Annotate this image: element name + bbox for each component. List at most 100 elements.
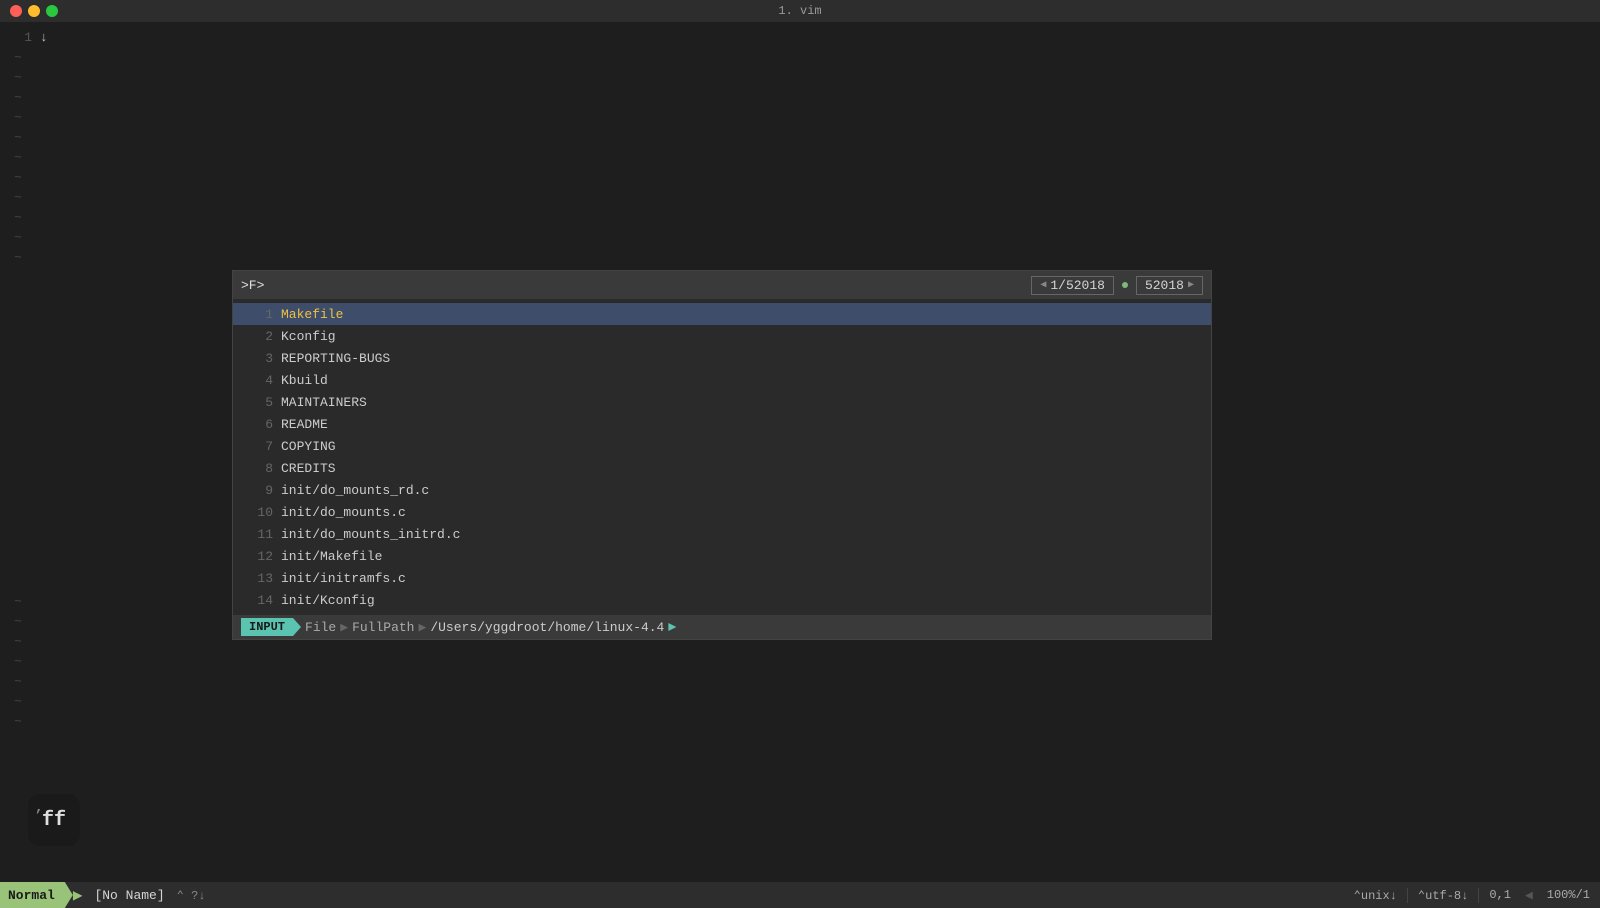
ff-comma: ,: [35, 800, 43, 816]
item-name-7: COPYING: [281, 439, 336, 454]
fzf-item-1[interactable]: 1 Makefile: [233, 303, 1211, 325]
titlebar: 1. vim: [0, 0, 1600, 22]
minimize-button[interactable]: [28, 5, 40, 17]
item-num-14: 14: [245, 593, 273, 608]
item-name-2: Kconfig: [281, 329, 336, 344]
item-name-12: init/Makefile: [281, 549, 382, 564]
tilde-10: ~: [0, 228, 22, 248]
status-mode: Normal: [0, 882, 73, 908]
tilde-1: ~: [0, 48, 22, 68]
fzf-counter-right-value: 52018: [1145, 278, 1184, 293]
fzf-path: /Users/yggdroot/home/linux-4.4: [430, 620, 664, 635]
item-num-4: 4: [245, 373, 273, 388]
tilde-5: ~: [0, 128, 22, 148]
fzf-item-4[interactable]: 4 Kbuild: [233, 369, 1211, 391]
editor-container: 1 ↓ ~ ~ ~ ~ ~ ~ ~ ~ ~ ~ ~ >F> 1/52018: [0, 22, 1600, 882]
tilde-9: ~: [0, 208, 22, 228]
fzf-counter-area: 1/52018 52018: [1031, 276, 1203, 295]
item-num-8: 8: [245, 461, 273, 476]
item-name-13: init/initramfs.c: [281, 571, 406, 586]
fzf-sep-2: ▶: [418, 620, 426, 635]
tilde-b4: ~: [0, 652, 22, 672]
fzf-item-8[interactable]: 8 CREDITS: [233, 457, 1211, 479]
item-num-7: 7: [245, 439, 273, 454]
status-position: 0,1: [1479, 888, 1521, 902]
item-name-5: MAINTAINERS: [281, 395, 367, 410]
fzf-breadcrumb-1: File: [305, 620, 336, 635]
item-name-3: REPORTING-BUGS: [281, 351, 390, 366]
status-fileformat: ⌃unix↓: [1344, 888, 1408, 903]
editor-line-1: ↓: [40, 28, 48, 48]
tilde-lines-top: ~ ~ ~ ~ ~ ~ ~ ~ ~ ~ ~: [0, 48, 22, 268]
close-button[interactable]: [10, 5, 22, 17]
tilde-b2: ~: [0, 612, 22, 632]
tilde-8: ~: [0, 188, 22, 208]
fzf-item-13[interactable]: 13 init/initramfs.c: [233, 567, 1211, 589]
fzf-list: 1 Makefile 2 Kconfig 3 REPORTING-BUGS 4 …: [233, 299, 1211, 615]
line-number-1: 1: [0, 28, 40, 48]
item-num-2: 2: [245, 329, 273, 344]
fzf-popup[interactable]: >F> 1/52018 52018 1 Makefile 2 Kconfig 3…: [232, 270, 1212, 640]
status-mode-arrow: ▶: [73, 885, 83, 905]
item-num-1: 1: [245, 307, 273, 322]
fzf-path-end-icon: [668, 623, 676, 631]
status-encoding: ⌃utf-8↓: [1408, 888, 1479, 903]
tilde-3: ~: [0, 88, 22, 108]
item-num-9: 9: [245, 483, 273, 498]
fzf-status-bar: INPUT File ▶ FullPath ▶ /Users/yggdroot/…: [233, 615, 1211, 639]
fzf-item-2[interactable]: 2 Kconfig: [233, 325, 1211, 347]
window-title: 1. vim: [778, 4, 821, 18]
fzf-item-14[interactable]: 14 init/Kconfig: [233, 589, 1211, 611]
fzf-item-6[interactable]: 6 README: [233, 413, 1211, 435]
ff-logo: , ff: [28, 794, 80, 846]
item-name-14: init/Kconfig: [281, 593, 375, 608]
tilde-b1: ~: [0, 592, 22, 612]
statusbar: Normal ▶ [No Name] ⌃ ?↓ ⌃unix↓ ⌃utf-8↓ 0…: [0, 882, 1600, 908]
maximize-button[interactable]: [46, 5, 58, 17]
tilde-b6: ~: [0, 692, 22, 712]
item-num-13: 13: [245, 571, 273, 586]
fzf-counter-left: 1/52018: [1031, 276, 1114, 295]
item-name-11: init/do_mounts_initrd.c: [281, 527, 460, 542]
fzf-item-9[interactable]: 9 init/do_mounts_rd.c: [233, 479, 1211, 501]
item-name-6: README: [281, 417, 328, 432]
fzf-counter-left-value: 1/52018: [1050, 278, 1105, 293]
fzf-breadcrumb: File ▶ FullPath ▶ /Users/yggdroot/home/l…: [305, 620, 676, 635]
item-num-10: 10: [245, 505, 273, 520]
status-flags: ⌃ ?↓: [177, 888, 206, 903]
fzf-item-12[interactable]: 12 init/Makefile: [233, 545, 1211, 567]
status-filename: [No Name]: [86, 888, 172, 903]
window-controls: [10, 5, 58, 17]
cursor-indicator: ↓: [40, 30, 48, 45]
fzf-header: >F> 1/52018 52018: [233, 271, 1211, 299]
fzf-item-7[interactable]: 7 COPYING: [233, 435, 1211, 457]
item-name-8: CREDITS: [281, 461, 336, 476]
fzf-breadcrumb-2: FullPath: [352, 620, 414, 635]
status-right: ⌃unix↓ ⌃utf-8↓ 0,1 ◀ 100%/1: [1344, 888, 1600, 903]
tilde-2: ~: [0, 68, 22, 88]
status-percent: 100%/1: [1537, 888, 1600, 902]
item-num-5: 5: [245, 395, 273, 410]
item-name-1: Makefile: [281, 307, 343, 322]
item-name-4: Kbuild: [281, 373, 328, 388]
tilde-11: ~: [0, 248, 22, 268]
line-gutter: 1: [0, 22, 40, 48]
status-divider: ◀: [1521, 888, 1537, 903]
fzf-item-11[interactable]: 11 init/do_mounts_initrd.c: [233, 523, 1211, 545]
fzf-item-3[interactable]: 3 REPORTING-BUGS: [233, 347, 1211, 369]
tilde-lines-bottom: ~ ~ ~ ~ ~ ~ ~: [0, 592, 22, 732]
tilde-b3: ~: [0, 632, 22, 652]
fzf-counter-right: 52018: [1136, 276, 1203, 295]
item-name-10: init/do_mounts.c: [281, 505, 406, 520]
tilde-7: ~: [0, 168, 22, 188]
fzf-sep-1: ▶: [340, 620, 348, 635]
editor-content[interactable]: ↓: [40, 22, 48, 48]
item-num-12: 12: [245, 549, 273, 564]
fzf-item-5[interactable]: 5 MAINTAINERS: [233, 391, 1211, 413]
item-num-11: 11: [245, 527, 273, 542]
item-num-6: 6: [245, 417, 273, 432]
tilde-b7: ~: [0, 712, 22, 732]
ff-letters: ff: [42, 809, 66, 832]
fzf-item-10[interactable]: 10 init/do_mounts.c: [233, 501, 1211, 523]
fzf-prompt[interactable]: >F>: [241, 278, 264, 293]
